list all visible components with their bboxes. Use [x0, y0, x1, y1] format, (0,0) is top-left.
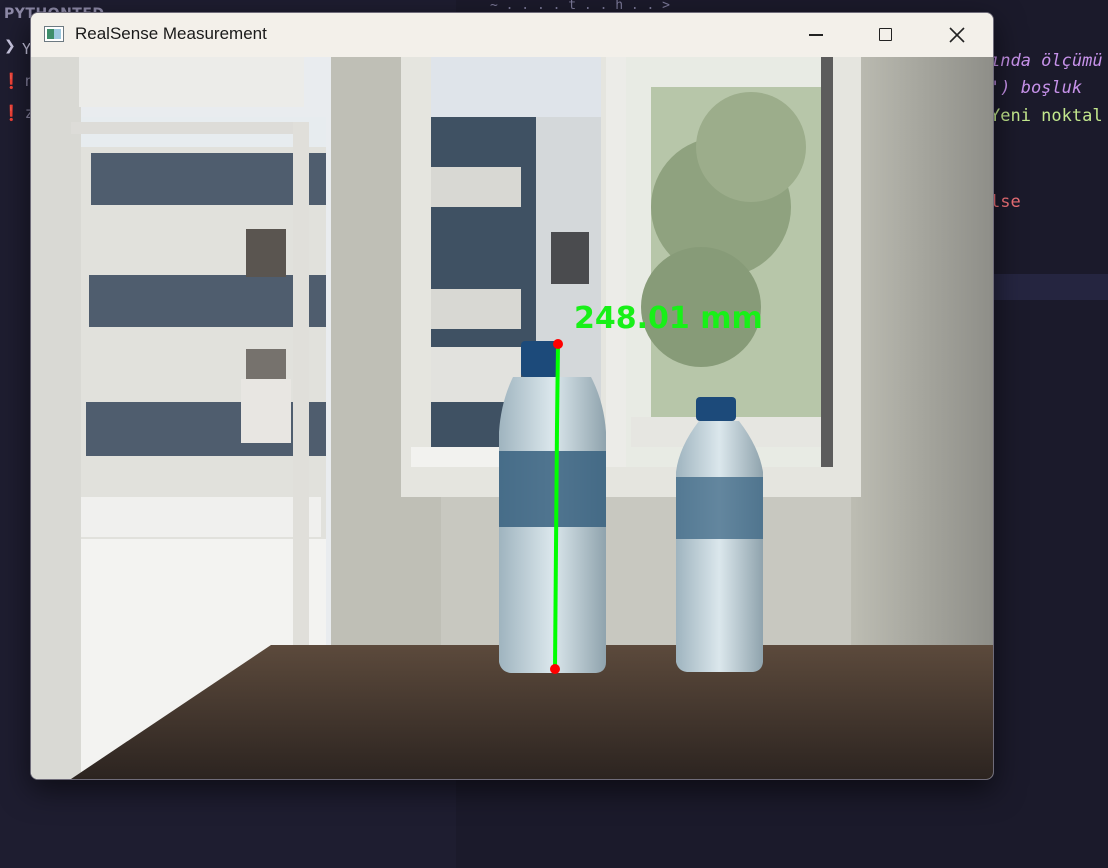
window-titlebar[interactable]: RealSense Measurement [31, 13, 993, 57]
maximize-icon [879, 28, 892, 41]
code-line: lse [990, 192, 1021, 212]
current-line-highlight [990, 274, 1108, 300]
python-file-icon: ❗ [2, 104, 21, 122]
window-title: RealSense Measurement [75, 24, 267, 43]
realsense-window: RealSense Measurement 248.01 mm [30, 12, 994, 780]
camera-feed[interactable]: 248.01 mm [31, 57, 993, 779]
code-line: Yeni noktal [990, 106, 1103, 126]
code-line: ') boşluk [990, 78, 1083, 98]
close-button[interactable] [933, 13, 979, 57]
python-file-icon: ❗ [2, 72, 21, 90]
measurement-overlay [550, 339, 563, 674]
opencv-window-icon [44, 26, 64, 42]
minimize-icon [809, 34, 823, 36]
minimize-button[interactable] [793, 13, 839, 57]
maximize-button[interactable] [863, 13, 909, 57]
explorer-item[interactable]: ❗z [2, 102, 34, 124]
close-icon [949, 27, 965, 43]
measurement-end-point [550, 664, 560, 674]
explorer-item[interactable]: ❗n [2, 70, 34, 92]
measurement-label: 248.01 mm [574, 301, 763, 336]
measurement-start-point [553, 339, 563, 349]
chevron-right-icon[interactable]: ❯ [4, 38, 16, 54]
measurement-line [553, 426, 559, 670]
measurement-line [555, 343, 560, 428]
code-line: ında ölçümü [990, 51, 1103, 71]
editor-tab[interactable]: ~ . . . . t . . h . . > [490, 0, 670, 12]
